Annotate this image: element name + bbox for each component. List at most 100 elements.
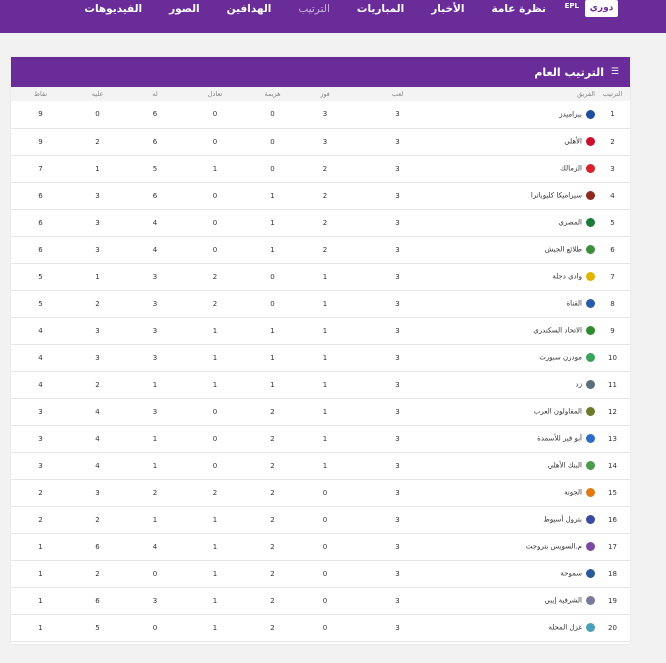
nav-item[interactable]: الترتيب: [298, 3, 329, 15]
cell-gf: 3: [152, 272, 158, 281]
table-row[interactable]: 3 الزمالك 3 2 0 1 5 1 7: [11, 155, 630, 182]
table-row[interactable]: 6 طلائع الجيش 3 2 1 0 4 3 6: [11, 236, 630, 263]
standings-title: الترتيب العام: [534, 65, 604, 79]
table-row[interactable]: 15 الجونة 3 0 2 2 2 3 2: [11, 479, 630, 506]
table-row[interactable]: 13 أبو قير للأسمدة 3 1 2 0 1 4 3: [11, 425, 630, 452]
table-row[interactable]: 4 سيراميكا كليوباترا 3 2 1 0 6 3 6: [11, 182, 630, 209]
table-row[interactable]: 1 بيراميدز 3 3 0 0 6 0 9: [11, 101, 630, 128]
logo-sub-label: EPL: [564, 2, 579, 10]
nav-item[interactable]: الهدافين: [227, 3, 272, 15]
cell-pos: 19: [608, 596, 617, 605]
col-drawn: تعادل: [207, 90, 223, 98]
table-row[interactable]: 2 الأهلي 3 3 0 0 6 2 9: [11, 128, 630, 155]
table-row[interactable]: 16 بترول أسيوط 3 0 2 1 1 2 2: [11, 506, 630, 533]
team-name: المقاولون العرب: [533, 407, 582, 416]
cell-drawn: 1: [212, 353, 218, 362]
cell-won: 1: [322, 299, 328, 308]
col-played: لعب: [391, 90, 404, 98]
table-row[interactable]: 8 القناة 3 1 0 2 3 2 5: [11, 290, 630, 317]
cell-played: 3: [395, 488, 400, 497]
cell-played: 3: [395, 596, 400, 605]
team-cell[interactable]: سموحة: [445, 560, 595, 587]
team-name: الشرقية إيبي: [544, 596, 582, 605]
nav-item[interactable]: الفيديوهات: [84, 3, 142, 15]
cell-played: 3: [395, 569, 400, 578]
table-row[interactable]: 9 الاتحاد السكندري 3 1 1 1 3 3 4: [11, 317, 630, 344]
team-cell[interactable]: بترول أسيوط: [445, 506, 595, 533]
table-row[interactable]: 10 مودرن سبورت 3 1 1 1 3 3 4: [11, 344, 630, 371]
cell-won: 1: [322, 461, 328, 470]
cell-lost: 0: [270, 272, 275, 281]
team-cell[interactable]: م.السويس بتروجت: [445, 533, 595, 560]
cell-pts: 3: [38, 434, 43, 443]
cell-ga: 0: [95, 110, 100, 119]
table-row[interactable]: 12 المقاولون العرب 3 1 2 0 3 4 3: [11, 398, 630, 425]
team-name: بترول أسيوط: [543, 515, 582, 524]
site-logo[interactable]: دوري ORA EPL: [548, 0, 618, 30]
cell-pts: 5: [38, 299, 43, 308]
nav-item[interactable]: نظرة عامة: [491, 3, 546, 15]
cell-played: 3: [395, 326, 400, 335]
cell-pts: 1: [38, 569, 43, 578]
table-header-row: الترتيب الفريق لعب فوز هزيمة تعادل له عل…: [11, 87, 630, 101]
cell-lost: 0: [270, 299, 275, 308]
cell-pos: 10: [608, 353, 617, 362]
team-name: أبو قير للأسمدة: [537, 434, 582, 443]
cell-pts: 6: [38, 218, 43, 227]
team-cell[interactable]: مودرن سبورت: [445, 344, 595, 371]
cell-ga: 4: [95, 461, 100, 470]
team-cell[interactable]: البنك الأهلي: [445, 452, 595, 479]
team-crest-icon: [586, 407, 595, 416]
cell-gf: 1: [152, 434, 158, 443]
team-cell[interactable]: الزمالك: [445, 155, 595, 182]
cell-pts: 3: [38, 407, 43, 416]
nav-item[interactable]: المباريات: [357, 3, 404, 15]
table-row[interactable]: 14 البنك الأهلي 3 1 2 0 1 4 3: [11, 452, 630, 479]
cell-played: 3: [395, 353, 400, 362]
cell-lost: 1: [270, 380, 275, 389]
nav-item[interactable]: الصور: [169, 3, 200, 15]
cell-lost: 0: [270, 164, 275, 173]
table-row[interactable]: 18 سموحة 3 0 2 1 0 2 1: [11, 560, 630, 587]
cell-drawn: 1: [212, 623, 218, 632]
team-cell[interactable]: وادي دجلة: [445, 263, 595, 290]
team-cell[interactable]: القناة: [445, 290, 595, 317]
table-row[interactable]: 7 وادي دجلة 3 1 0 2 3 1 5: [11, 263, 630, 290]
cell-gf: 4: [152, 218, 158, 227]
team-cell[interactable]: الشرقية إيبي: [445, 587, 595, 614]
team-cell[interactable]: غزل المحلة: [445, 614, 595, 641]
team-crest-icon: [586, 542, 595, 551]
table-row[interactable]: 17 م.السويس بتروجت 3 0 2 1 4 6 1: [11, 533, 630, 560]
table-row[interactable]: 5 المصري 3 2 1 0 4 3 6: [11, 209, 630, 236]
team-cell[interactable]: زد: [445, 371, 595, 398]
team-name: الأهلي: [564, 137, 582, 146]
table-row[interactable]: 20 غزل المحلة 3 0 2 1 0 5 1: [11, 614, 630, 641]
cell-lost: 1: [270, 245, 275, 254]
table-row[interactable]: 19 الشرقية إيبي 3 0 2 1 3 6 1: [11, 587, 630, 614]
cell-pts: 6: [38, 191, 43, 200]
cell-won: 1: [322, 326, 328, 335]
cell-played: 3: [395, 218, 400, 227]
team-cell[interactable]: المصري: [445, 209, 595, 236]
team-cell[interactable]: الاتحاد السكندري: [445, 317, 595, 344]
table-row[interactable]: 11 زد 3 1 1 1 1 2 4: [11, 371, 630, 398]
team-crest-icon: [586, 109, 595, 119]
team-cell[interactable]: المقاولون العرب: [445, 398, 595, 425]
cell-won: 3: [322, 137, 328, 146]
team-cell[interactable]: أبو قير للأسمدة: [445, 425, 595, 452]
team-cell[interactable]: الجونة: [445, 479, 595, 506]
cell-pts: 2: [38, 515, 43, 524]
team-cell[interactable]: سيراميكا كليوباترا: [445, 182, 595, 209]
nav-item[interactable]: الأخبار: [431, 3, 464, 15]
col-gf: له: [152, 90, 158, 98]
cell-drawn: 0: [212, 137, 218, 146]
team-cell[interactable]: بيراميدز: [445, 101, 595, 128]
team-crest-icon: [586, 515, 595, 524]
cell-drawn: 1: [212, 326, 218, 335]
team-cell[interactable]: طلائع الجيش: [445, 236, 595, 263]
cell-drawn: 1: [212, 515, 218, 524]
cell-gf: 3: [152, 407, 158, 416]
standings-card: ☰ الترتيب العام الترتيب الفريق لعب فوز ه…: [11, 57, 630, 644]
team-name: مودرن سبورت: [539, 353, 582, 362]
team-cell[interactable]: الأهلي: [445, 128, 595, 155]
